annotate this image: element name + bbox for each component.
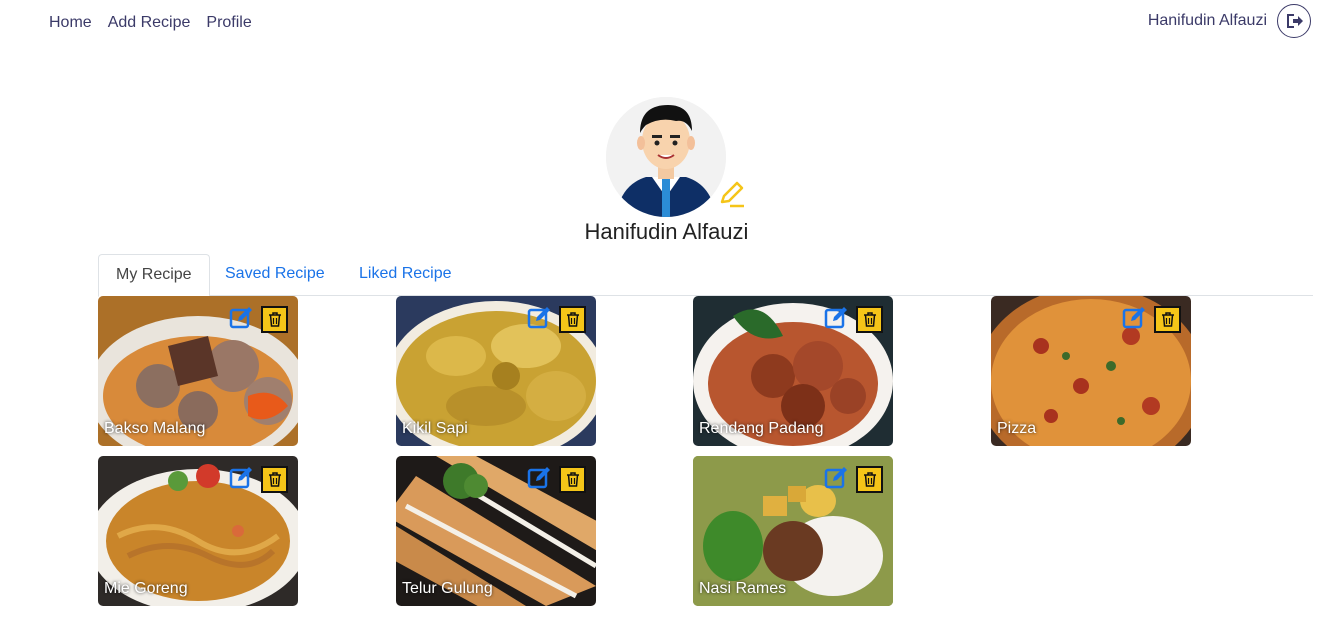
profile-name: Hanifudin Alfauzi (584, 219, 749, 244)
edit-icon (1122, 307, 1145, 329)
trash-icon (1161, 312, 1174, 327)
edit-icon (229, 307, 252, 329)
trash-icon (566, 472, 579, 487)
logout-icon (1287, 14, 1303, 28)
recipe-title: Bakso Malang (104, 420, 206, 437)
nav-home-link[interactable]: Home (49, 13, 92, 33)
nav-add-recipe-link[interactable]: Add Recipe (108, 13, 191, 33)
edit-recipe-button[interactable] (824, 466, 848, 490)
delete-recipe-button[interactable] (559, 306, 586, 333)
profile-avatar (606, 97, 726, 217)
tab-liked-recipe[interactable]: Liked Recipe (342, 254, 469, 296)
recipe-title: Nasi Rames (699, 580, 787, 597)
edit-recipe-button[interactable] (229, 306, 253, 330)
recipe-title: Mie Goreng (104, 580, 188, 597)
logout-button[interactable] (1277, 4, 1311, 38)
edit-recipe-button[interactable] (229, 466, 253, 490)
header-user-name: Hanifudin Alfauzi (1147, 12, 1267, 29)
recipe-card[interactable]: Kikil Sapi (396, 296, 596, 446)
recipe-title: Telur Gulung (402, 580, 493, 597)
pencil-icon (720, 181, 744, 208)
avatar-illustration (606, 97, 726, 217)
trash-icon (566, 312, 579, 327)
edit-icon (527, 307, 550, 329)
nav-profile-link[interactable]: Profile (206, 13, 251, 33)
edit-recipe-button[interactable] (527, 466, 551, 490)
delete-recipe-button[interactable] (856, 306, 883, 333)
recipe-card[interactable]: Nasi Rames (693, 456, 893, 606)
recipe-title: Pizza (997, 420, 1037, 437)
recipe-tabs: My Recipe Saved Recipe Liked Recipe (98, 254, 1313, 297)
edit-icon (527, 467, 550, 489)
trash-icon (863, 312, 876, 327)
trash-icon (863, 472, 876, 487)
delete-recipe-button[interactable] (559, 466, 586, 493)
edit-recipe-button[interactable] (1122, 306, 1146, 330)
recipe-title: Rendang Padang (699, 420, 824, 437)
edit-icon (824, 467, 847, 489)
edit-icon (229, 467, 252, 489)
delete-recipe-button[interactable] (856, 466, 883, 493)
edit-recipe-button[interactable] (824, 306, 848, 330)
recipe-card[interactable]: Pizza (991, 296, 1191, 446)
recipe-card[interactable]: Telur Gulung (396, 456, 596, 606)
edit-icon (824, 307, 847, 329)
trash-icon (268, 312, 281, 327)
top-nav: Home Add Recipe Profile (49, 13, 252, 33)
recipe-card[interactable]: Mie Goreng (98, 456, 298, 606)
delete-recipe-button[interactable] (261, 306, 288, 333)
edit-profile-button[interactable] (718, 180, 746, 208)
recipe-title: Kikil Sapi (402, 420, 468, 437)
tab-saved-recipe[interactable]: Saved Recipe (208, 254, 342, 296)
user-area: Hanifudin Alfauzi (1148, 4, 1311, 38)
delete-recipe-button[interactable] (261, 466, 288, 493)
edit-recipe-button[interactable] (527, 306, 551, 330)
recipe-card[interactable]: Bakso Malang (98, 296, 298, 446)
recipe-card[interactable]: Rendang Padang (693, 296, 893, 446)
tab-my-recipe[interactable]: My Recipe (98, 254, 210, 297)
delete-recipe-button[interactable] (1154, 306, 1181, 333)
trash-icon (268, 472, 281, 487)
